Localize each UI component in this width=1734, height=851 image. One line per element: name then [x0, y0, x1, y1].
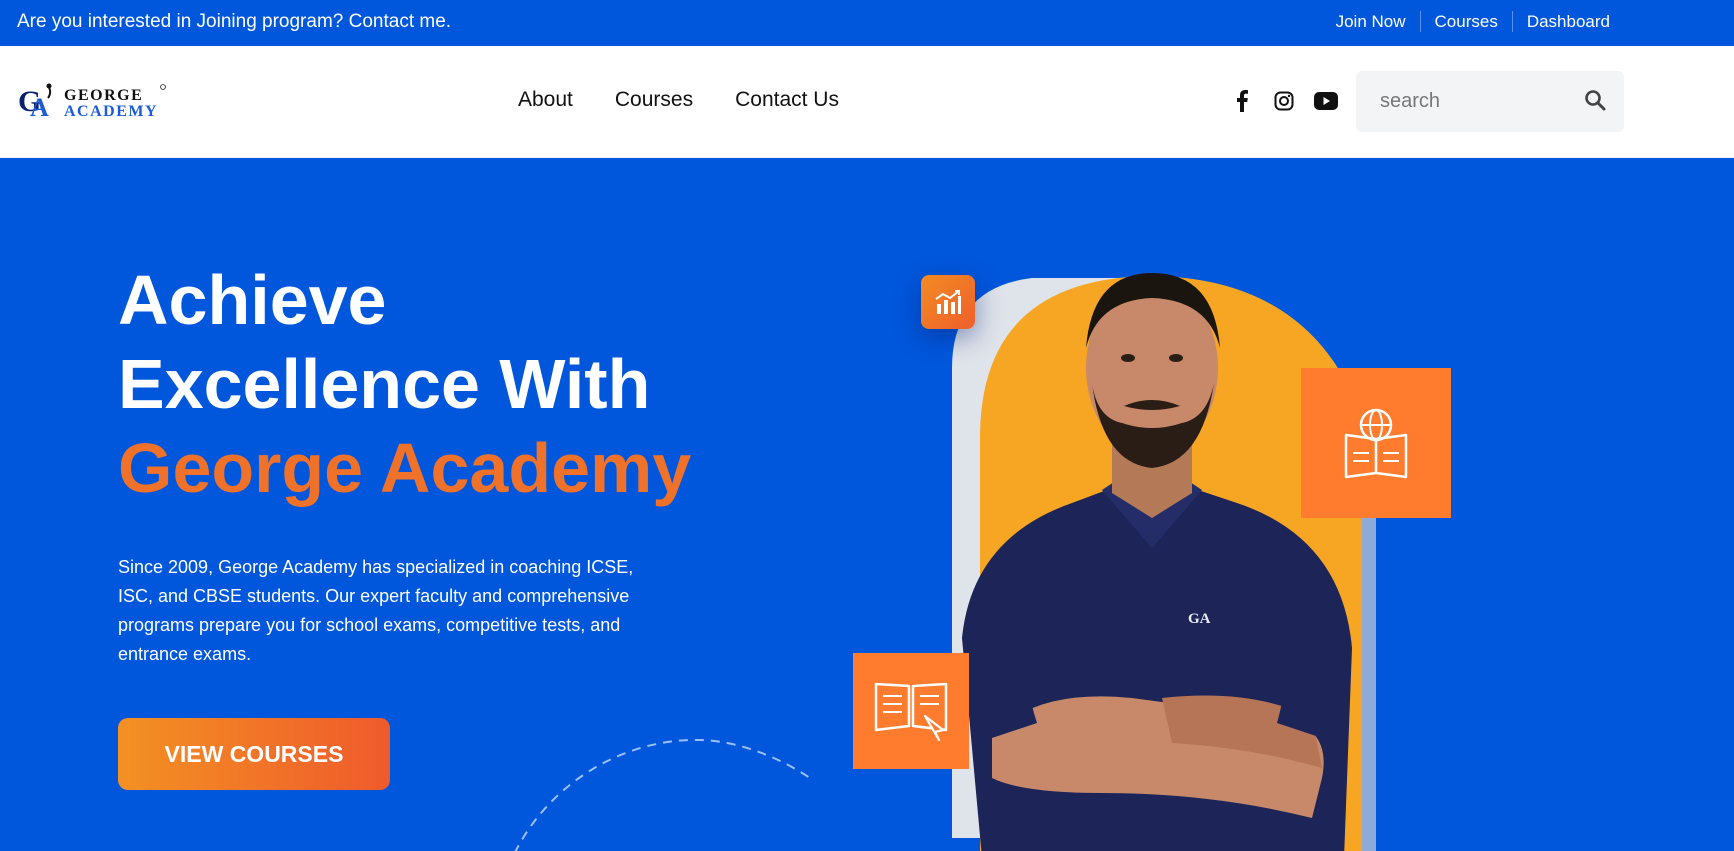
dashboard-link[interactable]: Dashboard: [1511, 11, 1624, 32]
promo-text: Are you interested in Joining program? C…: [17, 11, 452, 32]
logo-word-academy: ACADEMY: [64, 103, 158, 120]
hero-headline: Achieve Excellence With George Academy: [118, 258, 691, 510]
facebook-icon[interactable]: [1230, 89, 1254, 113]
globe-book-icon: [1344, 408, 1408, 479]
logo[interactable]: G A GEORGE ACADEMY: [18, 82, 168, 124]
headline-accent: George Academy: [118, 429, 692, 507]
search-icon[interactable]: [1584, 89, 1608, 113]
join-now-link[interactable]: Join Now: [1322, 11, 1420, 32]
instagram-icon[interactable]: [1272, 89, 1296, 113]
logo-mark: G A GEORGE ACADEMY: [18, 83, 166, 122]
hero-section: Achieve Excellence With George Academy S…: [0, 158, 1734, 851]
nav-contact-us[interactable]: Contact Us: [735, 88, 839, 112]
instructor-photo: GA: [952, 273, 1376, 851]
chart-badge: [921, 275, 975, 329]
open-book-icon: [874, 682, 948, 742]
logo-word-george: GEORGE: [64, 87, 143, 104]
hero-description: Since 2009, George Academy has specializ…: [118, 557, 634, 664]
main-nav: About Courses Contact Us: [518, 88, 839, 112]
headline-line-1: Achieve: [118, 261, 387, 339]
nav-courses[interactable]: Courses: [615, 88, 693, 112]
search-input[interactable]: [1356, 71, 1576, 132]
site-header: G A GEORGE ACADEMY About Courses Contact…: [0, 46, 1734, 158]
social-links: [1230, 89, 1338, 113]
search-box: [1356, 71, 1624, 132]
svg-text:GA: GA: [1188, 611, 1211, 627]
decorative-dashed-arc: [514, 738, 811, 851]
bar-chart-icon: [935, 290, 961, 314]
top-bar: Are you interested in Joining program? C…: [0, 0, 1734, 46]
youtube-icon[interactable]: [1314, 89, 1338, 113]
headline-line-2: Excellence With: [118, 345, 651, 423]
top-courses-link[interactable]: Courses: [1419, 11, 1512, 32]
svg-text:A: A: [30, 93, 49, 122]
top-links: Join Now Courses Dashboard: [1322, 11, 1624, 32]
globe-book-tile: [1301, 368, 1451, 518]
nav-about[interactable]: About: [518, 88, 573, 112]
open-book-tile: [853, 653, 969, 769]
view-courses-button[interactable]: VIEW COURSES: [118, 718, 390, 790]
